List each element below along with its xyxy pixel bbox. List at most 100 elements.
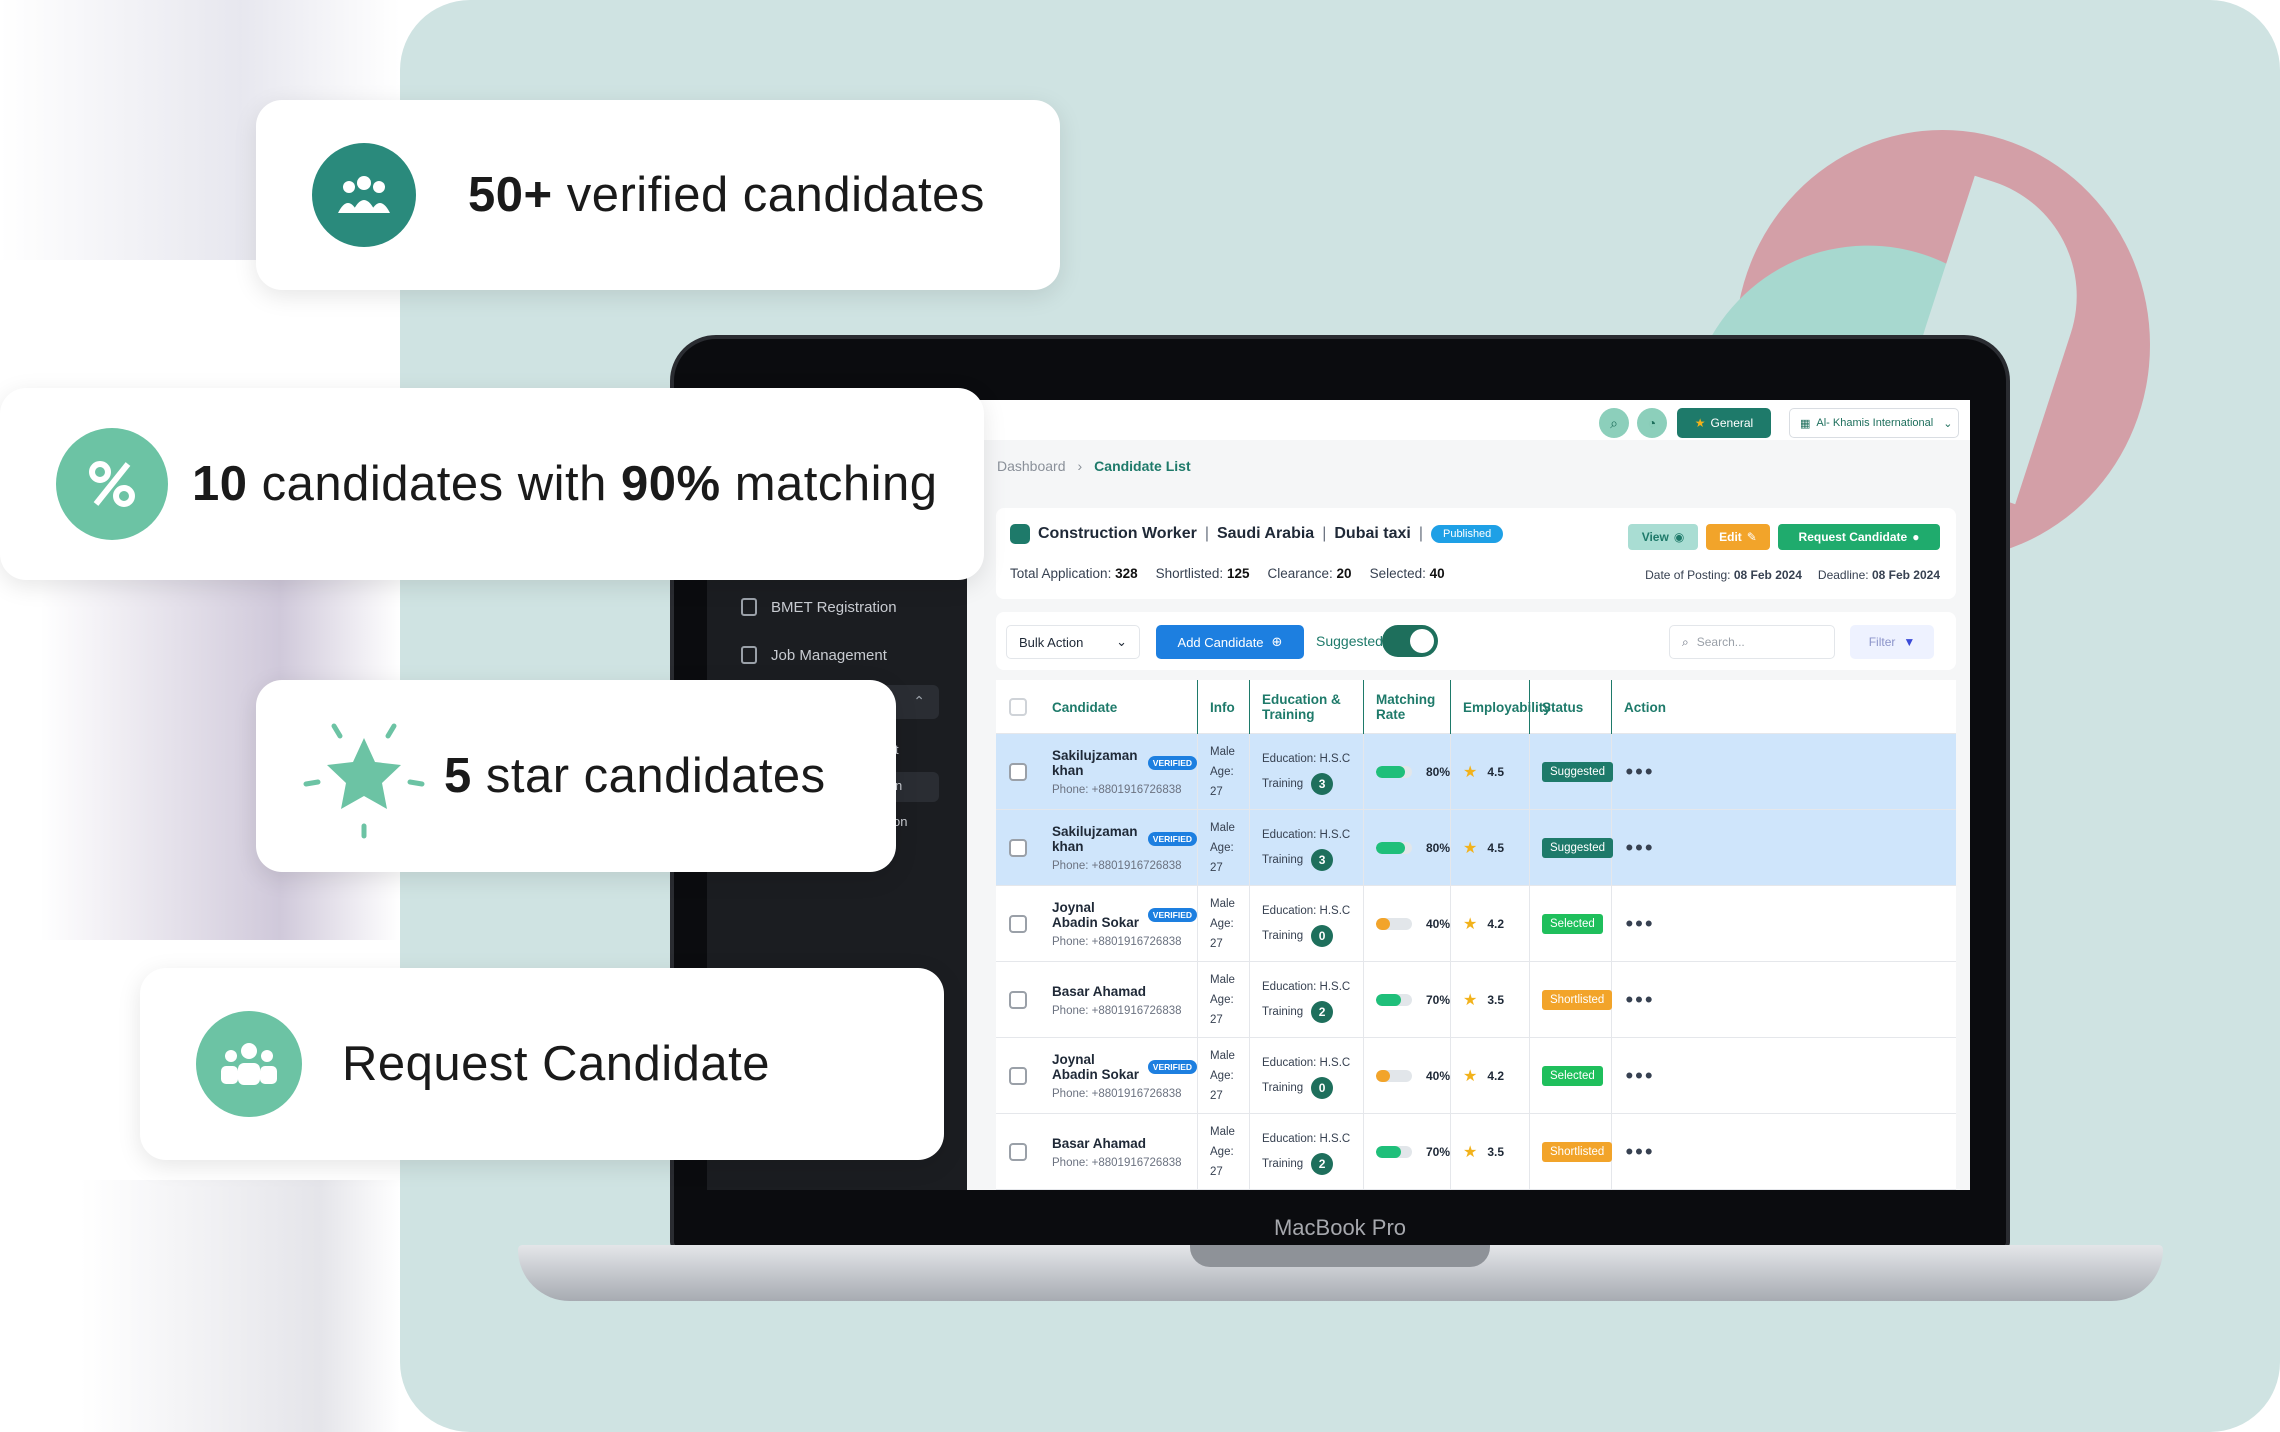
training-row: Training 2: [1262, 1001, 1363, 1023]
column-header[interactable]: Candidate: [1040, 680, 1198, 734]
bulk-action-select[interactable]: Bulk Action ⌄: [1006, 625, 1140, 659]
row-checkbox[interactable]: [1009, 1143, 1027, 1161]
chat-icon[interactable]: ◔: [1637, 408, 1667, 438]
deadline-date: Deadline: 08 Feb 2024: [1818, 568, 1940, 582]
document-icon: [741, 598, 757, 616]
matching-rate-value: 80%: [1425, 841, 1450, 855]
candidate-name[interactable]: Basar Ahamad: [1052, 984, 1146, 999]
matching-rate-fill: [1376, 842, 1405, 854]
stat-card-text: 5 star candidates: [444, 748, 826, 804]
search-input[interactable]: ⌕ Search...: [1669, 625, 1835, 659]
action-cell: •••: [1612, 962, 1668, 1038]
candidate-name-row: Joynal Abadin Sokar VERIFIED: [1052, 1052, 1197, 1082]
general-label: General: [1710, 416, 1754, 430]
matching-rate-fill: [1376, 994, 1402, 1006]
training-count-badge: 2: [1311, 1153, 1334, 1175]
suggested-toggle[interactable]: [1382, 625, 1438, 657]
row-checkbox[interactable]: [1009, 915, 1027, 933]
edit-button[interactable]: Edit ✎: [1706, 524, 1770, 550]
filter-label: Filter: [1868, 635, 1896, 649]
stat-card-matching: 10 candidates with 90% matching: [0, 388, 984, 580]
more-options-icon[interactable]: •••: [1625, 911, 1654, 937]
table-row[interactable]: Basar Ahamad Phone: +8801916726838 Male Age…: [996, 1114, 1956, 1190]
candidate-age: Age: 27: [1210, 1070, 1234, 1102]
candidate-name[interactable]: Joynal Abadin Sokar: [1052, 1052, 1143, 1082]
candidate-education: Education: H.S.C: [1262, 981, 1351, 993]
candidate-name[interactable]: Sakilujzaman khan: [1052, 824, 1143, 854]
request-candidate-card[interactable]: Request Candidate: [140, 968, 944, 1160]
column-header[interactable]: Matching Rate: [1364, 680, 1451, 734]
more-options-icon[interactable]: •••: [1625, 1139, 1654, 1165]
add-candidate-button[interactable]: Add Candidate ⊕: [1156, 625, 1304, 659]
table-row[interactable]: Joynal Abadin Sokar VERIFIED Phone: +88019…: [996, 1038, 1956, 1114]
more-options-icon[interactable]: •••: [1625, 987, 1654, 1013]
candidate-name-row: Basar Ahamad: [1052, 984, 1197, 999]
candidate-name[interactable]: Sakilujzaman khan: [1052, 748, 1143, 778]
employability-rating: 4.2: [1487, 1069, 1505, 1083]
candidate-name[interactable]: Basar Ahamad: [1052, 1136, 1146, 1151]
employability-cell: ★ 4.2: [1451, 886, 1530, 962]
background-pixel-strip: [0, 1180, 400, 1432]
table-row[interactable]: Basar Ahamad Phone: +8801916726838 Male Age…: [996, 962, 1956, 1038]
chevron-up-icon: ⌃: [913, 693, 925, 709]
view-button[interactable]: View ◉: [1628, 524, 1698, 550]
table-row[interactable]: Sakilujzaman khan VERIFIED Phone: +8801916…: [996, 734, 1956, 810]
add-candidate-label: Add Candidate: [1177, 634, 1264, 650]
column-header[interactable]: Status: [1530, 680, 1612, 734]
stat-clearance: Clearance: 20: [1267, 566, 1351, 581]
column-header[interactable]: Info: [1198, 680, 1250, 734]
info-cell: Male Age: 27: [1198, 1038, 1250, 1114]
matching-rate-fill: [1376, 766, 1405, 778]
matching-rate-bar: [1376, 918, 1412, 930]
matching-rate-fill: [1376, 1070, 1391, 1082]
training-row: Training 0: [1262, 925, 1363, 947]
top-bar: ⌕ ◔ ★ General ▦ Al- Khamis International…: [967, 400, 1970, 440]
training-label: Training: [1262, 778, 1304, 790]
employability-cell: ★ 4.5: [1451, 734, 1530, 810]
general-button[interactable]: ★ General: [1677, 408, 1771, 438]
more-options-icon[interactable]: •••: [1625, 1063, 1654, 1089]
column-header[interactable]: Action: [1612, 680, 1668, 734]
candidate-name[interactable]: Joynal Abadin Sokar: [1052, 900, 1143, 930]
table-row[interactable]: Joynal Abadin Sokar VERIFIED Phone: +88019…: [996, 886, 1956, 962]
sidebar-item-bmet-registration[interactable]: BMET Registration: [741, 598, 897, 616]
row-checkbox[interactable]: [1009, 839, 1027, 857]
stat-shortlisted: Shortlisted: 125: [1156, 566, 1250, 581]
employability-rating: 4.5: [1487, 765, 1505, 779]
sidebar-item-job-management[interactable]: Job Management: [741, 646, 887, 664]
matching-rate-value: 70%: [1425, 1145, 1450, 1159]
column-header[interactable]: Employability: [1451, 680, 1551, 734]
training-count-badge: 3: [1311, 849, 1334, 871]
more-options-icon[interactable]: •••: [1625, 835, 1654, 861]
search-icon[interactable]: ⌕: [1599, 408, 1629, 438]
info-cell: Male Age: 27: [1198, 962, 1250, 1038]
stat-label: Shortlisted:: [1155, 566, 1224, 581]
action-cell: •••: [1612, 810, 1668, 886]
status-cell: Shortlisted: [1530, 962, 1613, 1038]
filter-button[interactable]: Filter ▼: [1850, 625, 1934, 659]
posting-date: Date of Posting: 08 Feb 2024: [1645, 568, 1802, 582]
table-row[interactable]: Sakilujzaman khan VERIFIED Phone: +8801916…: [996, 810, 1956, 886]
select-all-checkbox[interactable]: [1009, 698, 1027, 716]
building-icon: ▦: [1800, 417, 1811, 430]
organization-label: Al- Khamis International: [1816, 417, 1934, 429]
request-candidate-button[interactable]: Request Candidate ●: [1778, 524, 1940, 550]
status-badge: Suggested: [1542, 762, 1613, 782]
organization-select[interactable]: ▦ Al- Khamis International ⌄: [1789, 408, 1959, 438]
training-row: Training 3: [1262, 773, 1363, 795]
row-checkbox[interactable]: [1009, 991, 1027, 1009]
row-select-cell: [996, 962, 1040, 1038]
candidate-phone: Phone: +8801916726838: [1052, 1004, 1182, 1017]
column-header[interactable]: Education & Training: [1250, 680, 1364, 734]
stat-value: 328: [1115, 566, 1138, 581]
training-row: Training 2: [1262, 1153, 1363, 1175]
row-checkbox[interactable]: [1009, 763, 1027, 781]
candidate-name-row: Basar Ahamad: [1052, 1136, 1197, 1151]
stat-label: Selected:: [1369, 566, 1426, 581]
more-options-icon[interactable]: •••: [1625, 759, 1654, 785]
breadcrumb-root[interactable]: Dashboard: [997, 458, 1066, 474]
stat-card-verified: 50+ verified candidates: [256, 100, 1060, 290]
matching-rate-cell: 80%: [1364, 810, 1451, 886]
row-checkbox[interactable]: [1009, 1067, 1027, 1085]
candidate-age: Age: 27: [1210, 1146, 1234, 1178]
